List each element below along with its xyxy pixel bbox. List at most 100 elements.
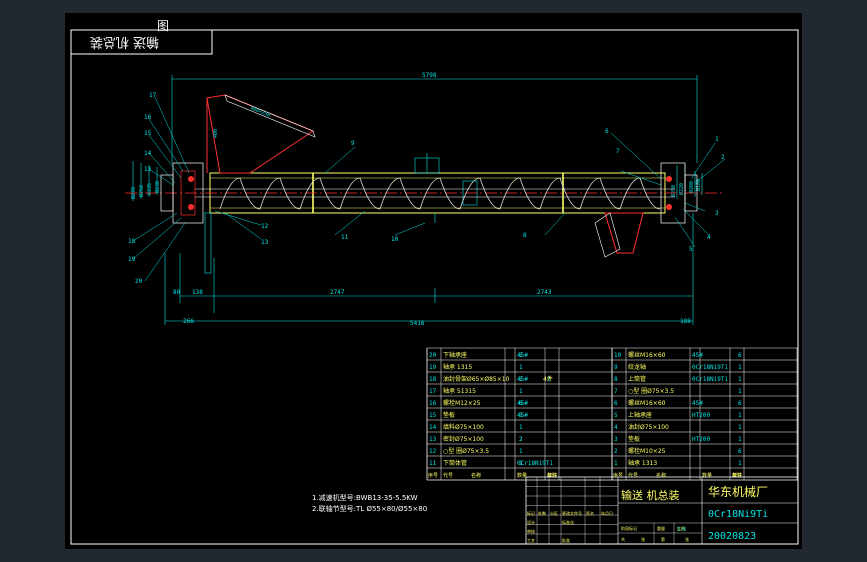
bom-left-no: 14 bbox=[429, 424, 437, 431]
dim-right-dia-4: Ø180 bbox=[695, 179, 702, 191]
balloon-9: 9 bbox=[351, 140, 355, 147]
dim-right: 188 bbox=[680, 318, 691, 325]
bom-right-qty: 1 bbox=[738, 364, 742, 371]
dim-right-dia-1: Ø250 bbox=[670, 185, 677, 197]
dim-total-bottom: 5416 bbox=[410, 320, 425, 327]
bom-left-material: 0Cr18Ni9Ti bbox=[517, 460, 554, 467]
bom-right-qty: 1 bbox=[738, 436, 742, 443]
balloon-8: 8 bbox=[523, 232, 527, 239]
bom-left-no: 19 bbox=[429, 364, 437, 371]
dim-hopper-side: 400 bbox=[213, 129, 219, 138]
bom-header-remark: 备注 bbox=[732, 472, 742, 479]
screw-flight bbox=[219, 177, 661, 210]
tb-label: 年月日 bbox=[601, 510, 613, 516]
tb-drawing-no: 20020823 bbox=[708, 531, 756, 542]
bom-right-name: 螺栓M10×25 bbox=[628, 447, 666, 455]
bom-left-material: 45# bbox=[517, 376, 528, 383]
bom-left-material: 45# bbox=[517, 400, 528, 407]
balloon-13: 13 bbox=[261, 239, 269, 246]
bom-left-no: 15 bbox=[429, 412, 437, 419]
bom-right-qty: 1 bbox=[738, 412, 742, 419]
dimension-lines bbox=[132, 75, 703, 325]
tb-label: 共 bbox=[621, 536, 625, 542]
bom-right-qty: 1 bbox=[738, 388, 742, 395]
bom-left-no: 16 bbox=[429, 400, 437, 407]
balloon-20: 20 bbox=[135, 278, 143, 285]
dim-left-b: 138 bbox=[192, 289, 203, 296]
inlet-hopper bbox=[206, 94, 316, 174]
bom-left-no: 13 bbox=[429, 436, 437, 443]
bom-right-no: 10 bbox=[614, 352, 622, 359]
bom-left-qty: 1 bbox=[519, 364, 523, 371]
top-title-suffix: 图 bbox=[157, 19, 169, 33]
left-bearing-housing bbox=[160, 162, 212, 274]
bom-header-code: 代号 bbox=[443, 472, 453, 479]
bom-extra-13: 2 bbox=[519, 436, 523, 443]
bom-left-no: 18 bbox=[429, 376, 437, 383]
bom-right-no: 9 bbox=[614, 364, 618, 371]
bom-right-qty: 1 bbox=[738, 460, 742, 467]
bom-right-material: HT200 bbox=[692, 412, 710, 419]
tb-label: 标准化 bbox=[562, 519, 574, 525]
balloon-18: 18 bbox=[128, 238, 136, 245]
bom-right-name: 上轴承座 bbox=[628, 411, 652, 419]
tb-label: 工艺 bbox=[527, 538, 535, 543]
bom-left-name: 下轴承座 bbox=[443, 351, 467, 359]
bom-left-qty: 1 bbox=[519, 388, 523, 395]
bom-right-no: 4 bbox=[614, 424, 618, 431]
bom-header-remark: 备注 bbox=[547, 472, 557, 479]
dim-overall: 5798 bbox=[422, 72, 437, 79]
cad-drawing: 输送 机总装 图 5798 2747 2743 5416 80 138 266 … bbox=[70, 19, 799, 545]
discharge-chute bbox=[594, 212, 644, 258]
bom-right-qty: 6 bbox=[738, 352, 742, 359]
bom-right-material: HT200 bbox=[692, 436, 710, 443]
tb-label: 处数 bbox=[538, 510, 546, 516]
balloon-13b: 13 bbox=[144, 166, 152, 173]
tb-label: 签名 bbox=[586, 510, 594, 516]
balloon-6: 6 bbox=[605, 128, 609, 135]
bom-header-qty: 数量 bbox=[517, 472, 527, 479]
balloon-14: 14 bbox=[144, 150, 152, 157]
bom-left-name: ○型 圈Ø75×3.5 bbox=[443, 447, 489, 455]
bom-right-qty: 1 bbox=[738, 376, 742, 383]
tb-label: 第 bbox=[661, 536, 665, 542]
bom-left-name: 垫板 bbox=[443, 411, 455, 419]
balloon-7: 7 bbox=[616, 148, 620, 155]
bom-right-name: 上筒管 bbox=[628, 375, 646, 383]
balloon-5: 5 bbox=[689, 246, 693, 253]
tb-label: 分区 bbox=[550, 510, 558, 516]
tb-label: 标记 bbox=[527, 510, 535, 516]
tb-scale: 1:8 bbox=[677, 527, 686, 533]
balloon-2: 2 bbox=[721, 154, 725, 161]
dim-left-span: 2747 bbox=[330, 289, 345, 296]
tb-label: 张 bbox=[685, 536, 689, 542]
tb-label: 批准 bbox=[562, 537, 570, 543]
dim-left-a: 80 bbox=[173, 289, 181, 296]
bom-left-name: 密封Ø75×100 bbox=[443, 435, 484, 443]
bom-right-no: 8 bbox=[614, 376, 618, 383]
bom-left-material: 45# bbox=[517, 412, 528, 419]
balloon-4: 4 bbox=[707, 234, 711, 241]
tb-material: 0Cr18Ni9Ti bbox=[708, 509, 768, 520]
bom-left-material: 45# bbox=[517, 352, 528, 359]
bom-left-name: 轴承 51315 bbox=[443, 387, 476, 395]
bom-left-name: 轴承 1315 bbox=[443, 363, 472, 371]
dim-right-dia-3: Ø200 bbox=[688, 181, 695, 193]
conveyor-tube bbox=[209, 153, 666, 223]
bom-right-name: ○型 圈Ø75×3.5 bbox=[628, 387, 674, 395]
bom-left-name: 油封骨架Ø65×Ø85×10 bbox=[443, 375, 510, 383]
note-1: 1.减速机型号:BWB13-35-5.5KW bbox=[312, 493, 418, 502]
tb-drawing-title: 输送 机总装 bbox=[621, 488, 680, 502]
tb-label: 更改文件号 bbox=[562, 510, 582, 516]
bom-right-name: 轴承 1313 bbox=[628, 459, 657, 467]
bom-right-qty: 6 bbox=[738, 400, 742, 407]
bom-right-name: 螺丝M16×60 bbox=[628, 399, 666, 407]
bom-right-no: 5 bbox=[614, 412, 618, 419]
bom-right-qty: 1 bbox=[738, 424, 742, 431]
balloon-12: 12 bbox=[261, 223, 269, 230]
bom-header-no: 序号 bbox=[428, 472, 438, 479]
balloon-16: 16 bbox=[144, 114, 152, 121]
tb-label: 审核 bbox=[527, 528, 535, 534]
bom-right-material: 0Cr18Ni9Ti bbox=[692, 376, 729, 383]
balloon-19: 19 bbox=[128, 256, 136, 263]
